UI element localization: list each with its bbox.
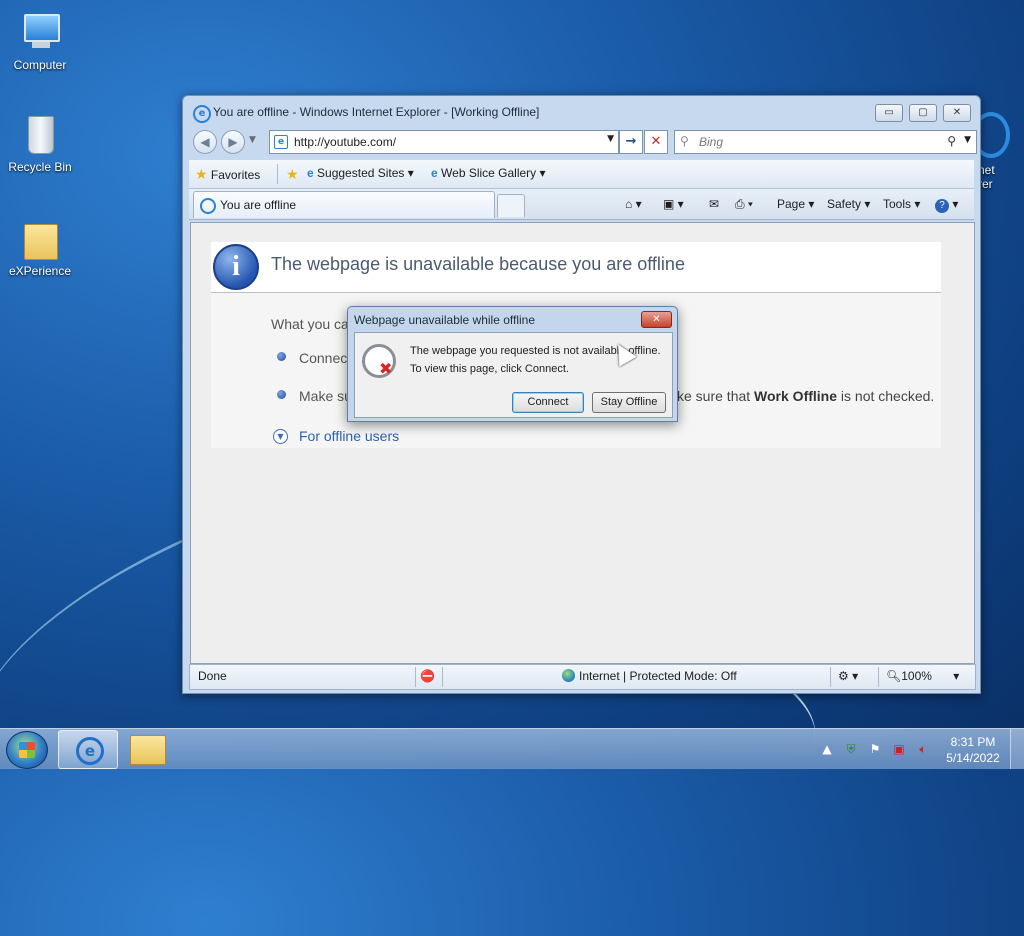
web-slice-gallery-button[interactable]: e Web Slice Gallery ▾: [431, 166, 546, 180]
ie-page-icon: e: [307, 166, 314, 180]
back-button[interactable]: ◀: [193, 130, 217, 154]
bullet-connect: Connect: [299, 350, 352, 366]
error-header: i The webpage is unavailable because you…: [211, 242, 941, 293]
network-disconnected-icon[interactable]: ▣: [892, 742, 906, 756]
show-desktop-button[interactable]: [1010, 729, 1024, 769]
bullet-icon: [277, 390, 286, 399]
add-to-favorites-icon[interactable]: ★: [286, 166, 299, 183]
stop-icon[interactable]: ✕: [644, 130, 668, 154]
bullet-make-sure-tail: ke sure that Work Offline is not checked…: [677, 388, 935, 404]
action-center-flag-icon[interactable]: ⚑: [868, 742, 882, 756]
dialog-title: Webpage unavailable while offline: [354, 313, 536, 327]
computer-icon: [18, 10, 62, 54]
recycle-bin-icon: [18, 112, 62, 156]
security-zone[interactable]: Internet | Protected Mode: Off: [562, 669, 737, 683]
desktop-icon-experience[interactable]: eXPerience: [0, 216, 80, 278]
maximize-button[interactable]: ▢: [909, 104, 937, 122]
dialog-message-line2: To view this page, click Connect.: [410, 363, 569, 375]
offline-status-icon: ⛔: [420, 669, 435, 683]
search-input[interactable]: Bing: [699, 135, 723, 149]
home-icon[interactable]: ⌂ ▾: [625, 197, 642, 211]
history-dropdown-icon[interactable]: ▼: [249, 135, 256, 145]
safety-menu[interactable]: Safety ▾: [827, 197, 870, 211]
close-button[interactable]: ✕: [943, 104, 971, 122]
status-bar: Done ⛔ Internet | Protected Mode: Off ⚙ …: [189, 664, 976, 690]
tab-you-are-offline[interactable]: You are offline: [193, 191, 495, 218]
divider: [878, 667, 879, 687]
address-input[interactable]: http://youtube.com/: [294, 135, 396, 149]
divider: [830, 667, 831, 687]
offline-ie-icon: ✖: [362, 344, 396, 378]
new-tab-button[interactable]: [497, 194, 525, 217]
volume-muted-icon[interactable]: 🔈︎: [916, 742, 930, 756]
bullet-icon: [277, 352, 286, 361]
page-icon: e: [274, 135, 288, 149]
taskbar-internet-explorer[interactable]: e: [58, 730, 118, 769]
favorites-button[interactable]: ★ Favorites: [195, 166, 260, 183]
tools-menu[interactable]: Tools ▾: [883, 197, 920, 211]
forward-button[interactable]: ▶: [221, 130, 245, 154]
ie-icon: e: [76, 737, 104, 765]
print-icon[interactable]: ⎙ ▾: [735, 197, 753, 212]
ie-icon: e: [193, 105, 211, 123]
bullet-make-sure: Make su: [299, 388, 352, 404]
security-shield-icon[interactable]: ⛨: [844, 742, 858, 756]
address-bar-row: ◀ ▶ ▼ e http://youtube.com/ ▼ → ✕ ⚲ Bing…: [183, 129, 980, 155]
mail-icon[interactable]: ✉: [709, 197, 719, 211]
offline-dialog: Webpage unavailable while offline ✕ ✖ Th…: [347, 306, 678, 422]
show-hidden-icons-chevron-icon[interactable]: ▲: [820, 742, 834, 756]
taskbar-explorer-folder-icon[interactable]: [130, 735, 166, 765]
clock-date[interactable]: 5/14/2022: [944, 751, 1002, 765]
clock-time[interactable]: 8:31 PM: [948, 735, 998, 749]
search-dropdown-icon[interactable]: ▼: [964, 135, 971, 145]
search-provider-icon: ⚲: [680, 134, 689, 148]
divider: [415, 667, 416, 687]
divider: [277, 164, 278, 184]
feeds-icon[interactable]: ▣ ▾: [663, 197, 684, 211]
desktop-icon-computer[interactable]: Computer: [0, 10, 80, 72]
title-bar[interactable]: e You are offline - Windows Internet Exp…: [183, 96, 980, 128]
what-you-can-try: What you ca: [271, 316, 349, 332]
ie-page-icon: e: [431, 166, 438, 180]
page-content: i The webpage is unavailable because you…: [190, 222, 975, 664]
window-title: You are offline - Windows Internet Explo…: [213, 105, 540, 119]
page-menu[interactable]: Page ▾: [777, 197, 814, 211]
desktop-icon-label: Computer: [13, 58, 67, 72]
desktop-icon-label: Recycle Bin: [8, 160, 72, 174]
divider: [442, 667, 443, 687]
tab-row: You are offline ⌂ ▾ ▣ ▾ ✉ ⎙ ▾ Page ▾ Saf…: [189, 189, 974, 220]
ie-icon: [200, 198, 216, 214]
connect-button[interactable]: Connect: [512, 392, 584, 413]
for-offline-users-link[interactable]: For offline users: [299, 428, 399, 444]
folder-icon: [18, 216, 62, 260]
start-button[interactable]: [6, 731, 48, 769]
address-dropdown-icon[interactable]: ▼: [607, 134, 614, 144]
status-text: Done: [198, 669, 227, 683]
expand-chevron-icon[interactable]: ▼: [273, 429, 288, 444]
minimize-button[interactable]: ▭: [875, 104, 903, 122]
zoom-control[interactable]: 🔍︎100% ▾: [886, 669, 959, 683]
stay-offline-button[interactable]: Stay Offline: [592, 392, 666, 413]
search-icon[interactable]: ⚲: [947, 134, 956, 148]
star-icon: ★: [195, 166, 208, 182]
taskbar: e ▲ ⛨ ⚑ ▣ 🔈︎ 8:31 PM 5/14/2022: [0, 728, 1024, 769]
info-icon: i: [213, 244, 259, 290]
address-bar[interactable]: e http://youtube.com/ ▼: [269, 130, 619, 154]
desktop-icon-recycle-bin[interactable]: Recycle Bin: [0, 112, 80, 174]
tab-label: You are offline: [220, 198, 297, 212]
protected-mode-icon[interactable]: ⚙ ▾: [838, 669, 858, 683]
go-arrow-icon[interactable]: →: [619, 130, 643, 154]
favorites-bar: ★ Favorites ★ e Suggested Sites ▾ e Web …: [189, 160, 974, 189]
help-icon[interactable]: ? ▾: [935, 197, 958, 213]
windows-logo-icon: [19, 742, 35, 758]
desktop-icon-label: eXPerience: [8, 264, 72, 278]
dialog-close-button[interactable]: ✕: [641, 311, 672, 328]
error-title: The webpage is unavailable because you a…: [271, 254, 685, 274]
globe-icon: [562, 669, 575, 682]
search-box[interactable]: ⚲ Bing ⚲ ▼: [674, 130, 977, 154]
suggested-sites-button[interactable]: e Suggested Sites ▾: [307, 166, 414, 180]
